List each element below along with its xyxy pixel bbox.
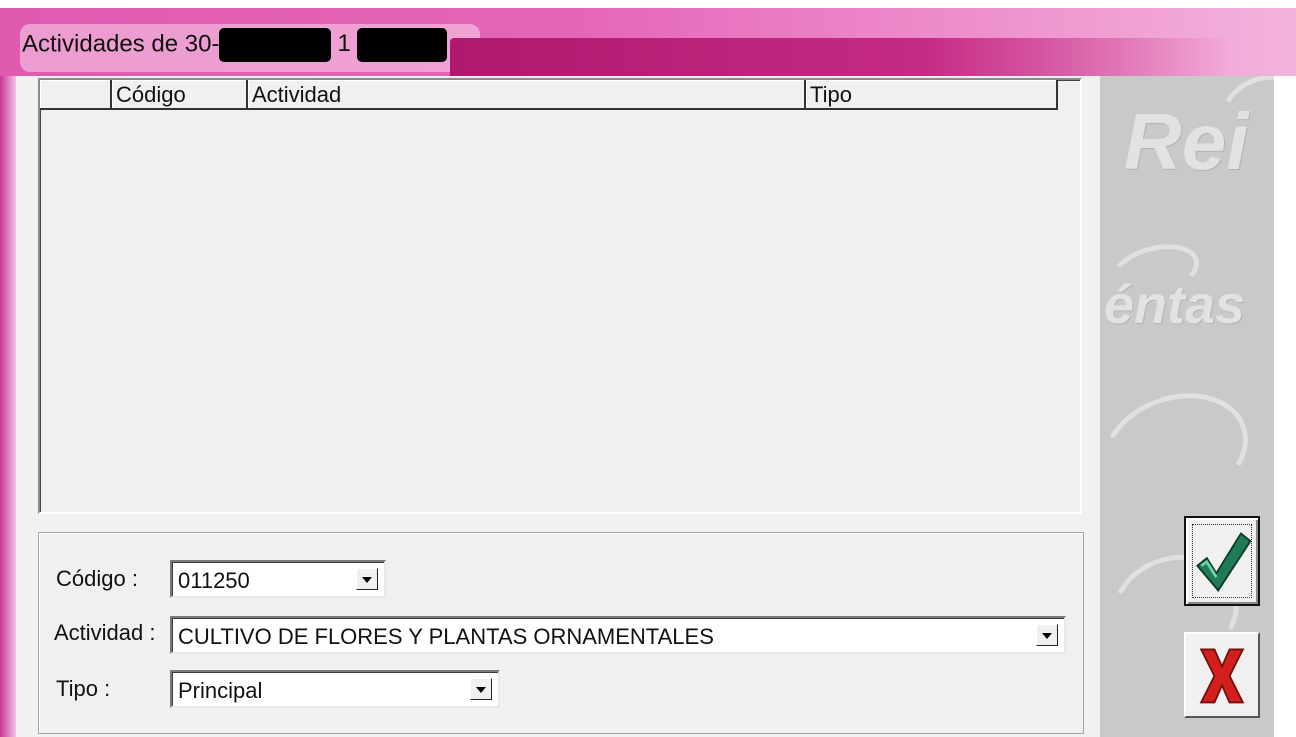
actividad-select[interactable]: CULTIVO DE FLORES Y PLANTAS ORNAMENTALES (170, 616, 1066, 654)
watermark-text: éntas (1104, 275, 1246, 335)
tipo-value: Principal (178, 678, 263, 703)
checkmark-icon (1196, 532, 1252, 592)
title-bar[interactable]: Actividades de 30- 1 (0, 8, 1296, 82)
column-header-codigo[interactable]: Código (112, 80, 248, 110)
codigo-dropdown-button[interactable] (356, 568, 378, 590)
chevron-down-icon (476, 687, 486, 693)
cancel-button[interactable] (1184, 632, 1260, 718)
tipo-label: Tipo : (56, 676, 111, 701)
window-frame-left (0, 76, 16, 737)
watermark-text: Rei (1124, 97, 1249, 186)
list-header: Código Actividad Tipo (40, 80, 1058, 114)
tipo-select[interactable]: Principal (170, 670, 500, 708)
x-icon (1199, 648, 1245, 704)
column-header-tipo[interactable]: Tipo (806, 80, 1058, 110)
window-title: Actividades de 30- 1 (22, 28, 447, 62)
codigo-value: 011250 (178, 568, 250, 593)
actividad-label: Actividad : (54, 620, 156, 645)
window-title-text: Actividades de 30- (22, 30, 220, 58)
redacted-block (219, 28, 332, 62)
window-title-mid: 1 (337, 30, 351, 58)
redacted-block (356, 28, 447, 62)
tipo-dropdown-button[interactable] (470, 678, 492, 700)
column-header-actividad[interactable]: Actividad (248, 80, 806, 110)
window-frame-right (1274, 76, 1296, 737)
actividad-value: CULTIVO DE FLORES Y PLANTAS ORNAMENTALES (178, 624, 714, 649)
codigo-select[interactable]: 011250 (170, 560, 386, 598)
column-header-select[interactable] (40, 80, 112, 110)
codigo-label: Código : (56, 566, 138, 591)
chevron-down-icon (1042, 633, 1052, 639)
activities-list[interactable]: Código Actividad Tipo (38, 78, 1082, 514)
chevron-down-icon (362, 577, 372, 583)
watermark-swoosh (1100, 373, 1265, 529)
top-edge (0, 0, 1296, 8)
actividad-dropdown-button[interactable] (1036, 624, 1058, 646)
accept-button[interactable] (1184, 516, 1260, 606)
